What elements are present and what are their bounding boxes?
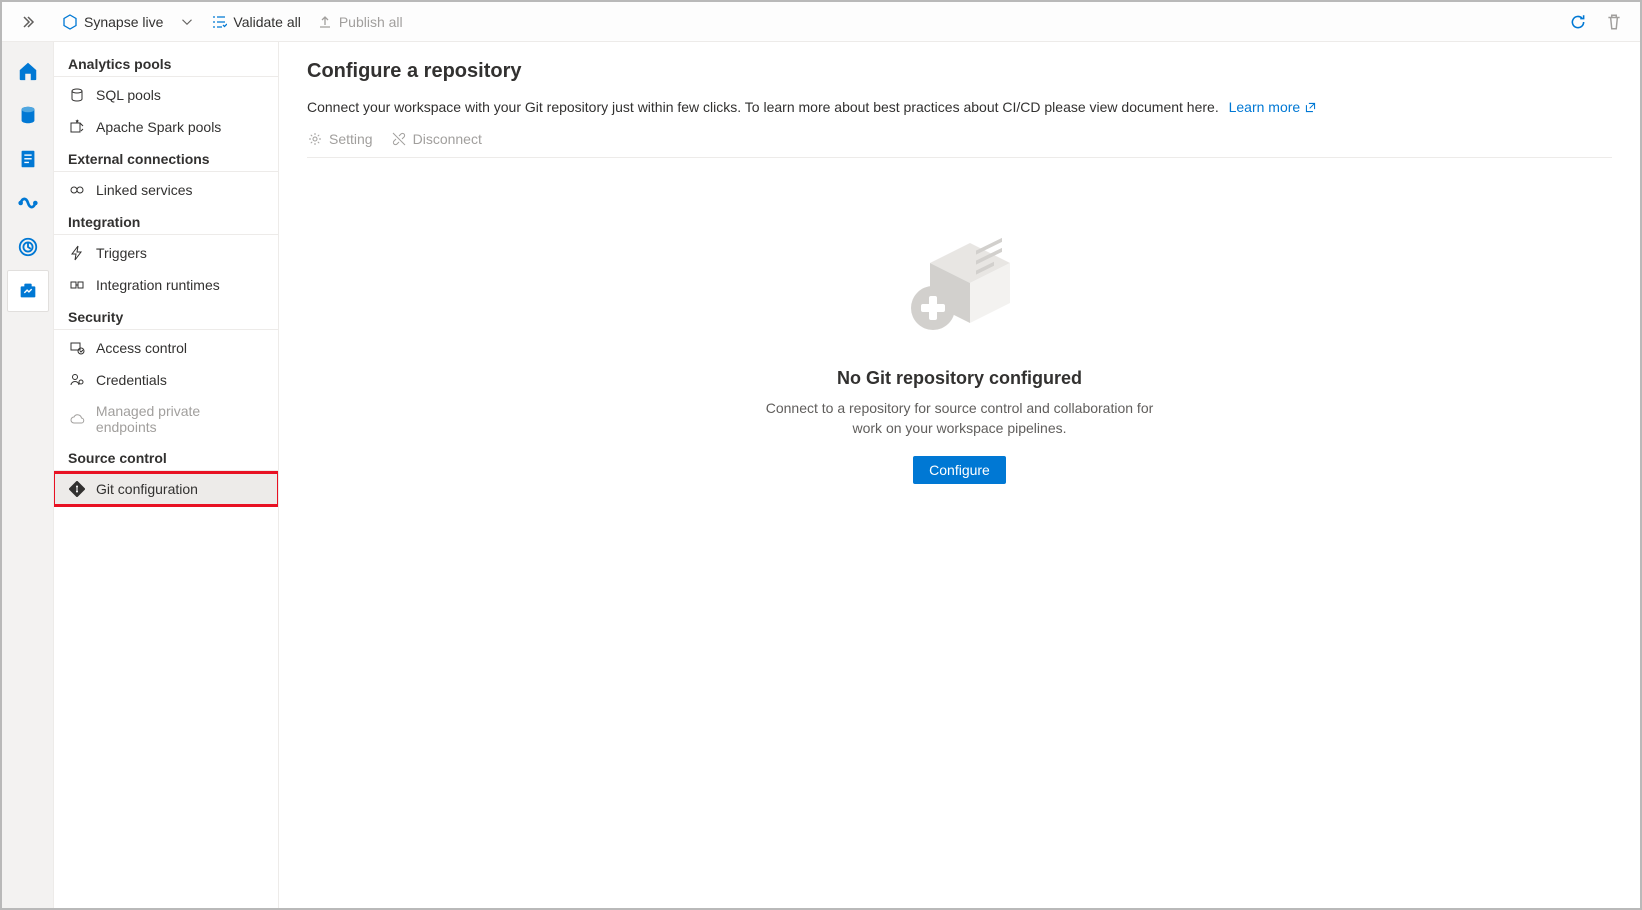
sidebar-item-credentials[interactable]: Credentials [54,364,278,396]
rail-integrate[interactable] [7,182,49,224]
triggers-icon [68,244,86,262]
disconnect-button: Disconnect [391,131,482,147]
section-integration: Integration [54,206,278,235]
disconnect-icon [391,131,407,147]
setting-label: Setting [329,131,373,147]
main-content: Configure a repository Connect your work… [279,42,1640,908]
checklist-icon [211,14,227,30]
cloud-icon [68,410,86,428]
sidebar-item-linked-services[interactable]: Linked services [54,174,278,206]
chevron-down-icon [179,14,195,30]
sidebar-item-label: Integration runtimes [96,277,220,293]
expand-rail-button[interactable] [16,10,40,34]
rail-monitor[interactable] [7,226,49,268]
empty-state: No Git repository configured Connect to … [307,178,1612,908]
sidebar-item-label: Linked services [96,182,193,198]
rail-home[interactable] [7,50,49,92]
top-command-bar: Synapse live Validate all Publish all [2,2,1640,42]
configure-button[interactable]: Configure [913,456,1006,484]
section-external-connections: External connections [54,143,278,172]
empty-heading: No Git repository configured [837,368,1082,389]
gear-icon [307,131,323,147]
publish-all-button: Publish all [309,2,411,41]
sql-pools-icon [68,86,86,104]
refresh-button[interactable] [1560,4,1596,40]
section-security: Security [54,301,278,330]
learn-more-link[interactable]: Learn more [1229,99,1318,115]
page-description: Connect your workspace with your Git rep… [307,99,1612,115]
sidebar-item-label: Credentials [96,372,167,388]
upload-icon [317,14,333,30]
rail-header [2,10,54,34]
workspace-mode-label: Synapse live [84,14,163,30]
sidebar-item-integration-runtimes[interactable]: Integration runtimes [54,269,278,301]
sidebar-item-apache-spark-pools[interactable]: Apache Spark pools [54,111,278,143]
external-link-icon [1304,101,1317,114]
sidebar-item-label: Git configuration [96,481,198,497]
sidebar-item-managed-private-endpoints: Managed private endpoints [54,396,278,442]
sidebar-item-access-control[interactable]: Access control [54,332,278,364]
sidebar-item-label: Apache Spark pools [96,119,221,135]
body: Analytics pools SQL pools Apache Spark p… [2,42,1640,908]
validate-all-label: Validate all [233,14,300,30]
section-source-control: Source control [54,442,278,471]
access-control-icon [68,339,86,357]
empty-illustration [895,228,1025,348]
left-rail [2,42,54,908]
page-title: Configure a repository [307,60,1612,83]
hexagon-icon [62,14,78,30]
publish-all-label: Publish all [339,14,403,30]
empty-subtext: Connect to a repository for source contr… [750,399,1170,438]
sidebar-item-git-configuration[interactable]: Git configuration [54,473,278,505]
sidebar-item-label: Triggers [96,245,147,261]
disconnect-label: Disconnect [413,131,482,147]
rail-manage[interactable] [7,270,49,312]
spark-pools-icon [68,118,86,136]
sidebar-item-label: Access control [96,340,187,356]
linked-services-icon [68,181,86,199]
credentials-icon [68,371,86,389]
rail-develop[interactable] [7,138,49,180]
sidebar-item-label: SQL pools [96,87,161,103]
delete-button[interactable] [1596,4,1632,40]
manage-sidebar: Analytics pools SQL pools Apache Spark p… [54,42,279,908]
validate-all-button[interactable]: Validate all [203,2,308,41]
sidebar-item-sql-pools[interactable]: SQL pools [54,79,278,111]
rail-data[interactable] [7,94,49,136]
workspace-mode-dropdown[interactable]: Synapse live [54,2,203,41]
sidebar-item-label: Managed private endpoints [96,403,264,435]
sidebar-item-triggers[interactable]: Triggers [54,237,278,269]
git-icon [68,480,86,498]
integration-runtimes-icon [68,276,86,294]
setting-button: Setting [307,131,373,147]
section-analytics-pools: Analytics pools [54,56,278,77]
action-row: Setting Disconnect [307,125,1612,158]
